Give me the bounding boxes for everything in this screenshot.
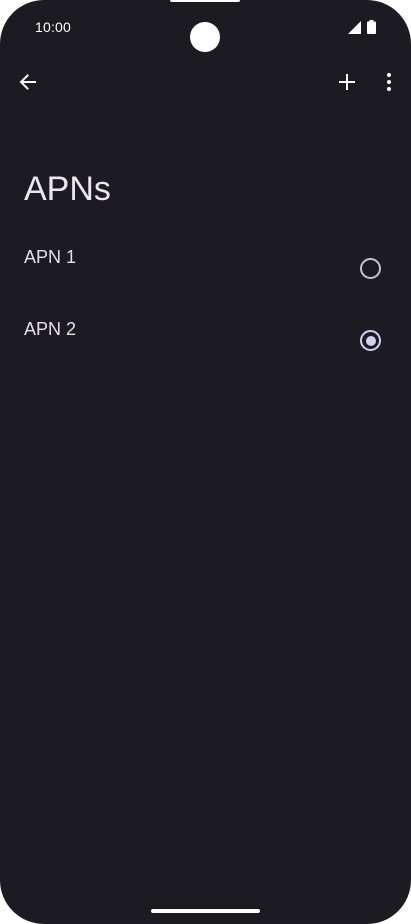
- apn-item-1[interactable]: APN 1: [0, 232, 411, 304]
- cellular-signal-icon: [348, 21, 361, 34]
- add-apn-button[interactable]: [323, 58, 371, 106]
- status-time: 10:00: [35, 19, 72, 35]
- more-options-button[interactable]: [365, 58, 411, 106]
- apn-radio-button[interactable]: [360, 258, 381, 279]
- apn-list: APN 1 APN 2: [0, 232, 411, 376]
- back-button[interactable]: [4, 58, 52, 106]
- page-title: APNs: [24, 170, 111, 208]
- status-bar: 10:00: [0, 0, 411, 56]
- home-indicator[interactable]: [151, 909, 260, 913]
- more-vert-icon: [387, 73, 391, 91]
- app-bar: [0, 58, 411, 106]
- apn-item-2[interactable]: APN 2: [0, 304, 411, 376]
- plus-icon: [339, 74, 355, 90]
- phone-screen: 10:00 APNs APN 1 APN 2: [0, 0, 411, 924]
- apn-radio-button-selected[interactable]: [360, 330, 381, 351]
- radio-selected-dot: [365, 335, 376, 346]
- front-camera: [190, 22, 220, 52]
- apn-item-label: APN 2: [24, 319, 77, 339]
- arrow-back-icon: [19, 74, 36, 90]
- apn-item-label: APN 1: [24, 247, 77, 267]
- battery-icon: [367, 20, 376, 34]
